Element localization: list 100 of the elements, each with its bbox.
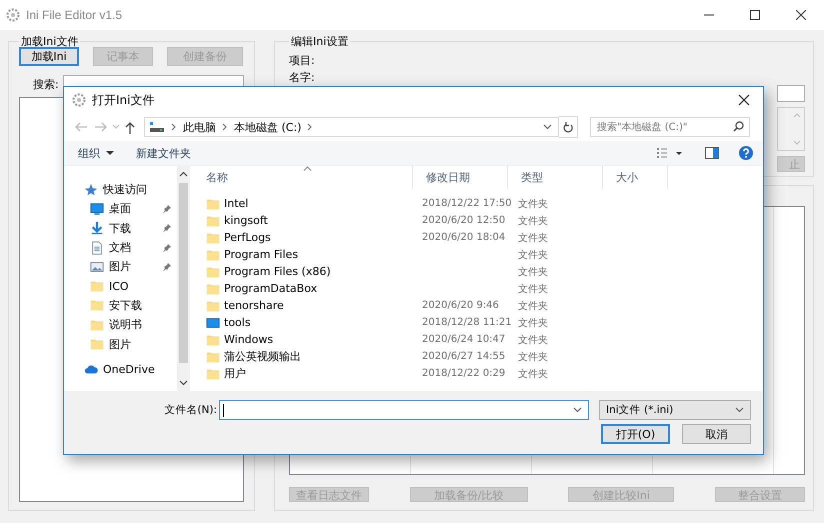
file-type: 文件夹: [518, 214, 548, 228]
nav-item[interactable]: 说明书: [64, 315, 177, 334]
folder-icon: [206, 282, 220, 296]
file-type: 文件夹: [518, 282, 548, 296]
maximize-icon[interactable]: [750, 10, 760, 20]
toolbar-button[interactable]: 加载Ini: [19, 47, 79, 66]
nav-item[interactable]: 快速访问: [64, 180, 177, 200]
refresh-icon[interactable]: [563, 121, 573, 133]
scroll-down-icon[interactable]: [179, 380, 188, 386]
chevron-down-icon[interactable]: [573, 407, 582, 413]
search-field[interactable]: 搜索"本地磁盘 (C:)": [590, 117, 750, 137]
pin-icon[interactable]: [162, 204, 172, 214]
download-arrow-icon: [90, 221, 104, 236]
column-header[interactable]: 修改日期: [413, 166, 508, 189]
file-type: 文件夹: [518, 316, 548, 330]
toolbar-button[interactable]: 新建文件夹: [130, 144, 197, 162]
column-header[interactable]: 类型: [508, 166, 603, 189]
scroll-thumb[interactable]: [179, 183, 188, 363]
drive-icon: [149, 121, 165, 133]
document-icon: [90, 240, 104, 255]
drive-icon: [206, 316, 220, 330]
chevron-down-icon[interactable]: [735, 407, 744, 413]
file-name[interactable]: kingsoft: [224, 214, 268, 227]
nav-item[interactable]: 图片: [64, 257, 177, 276]
modified-date: 2018/12/22 17:50: [422, 198, 512, 209]
field-label: 名字:: [289, 70, 316, 85]
help-icon[interactable]: [739, 146, 753, 160]
organize-menu-button[interactable]: 组织: [72, 144, 120, 162]
scrollbar[interactable]: [177, 166, 190, 391]
modified-date: 2020/6/20 12:50: [422, 215, 506, 226]
pin-icon[interactable]: [162, 242, 172, 253]
breadcrumb-item[interactable]: 本地磁盘 (C:): [234, 120, 302, 134]
folder-icon: [206, 214, 220, 228]
file-name[interactable]: Windows: [224, 333, 274, 346]
folder-icon: [206, 350, 220, 364]
open-button[interactable]: 打开(O): [601, 424, 670, 444]
refresh-button[interactable]: [559, 116, 578, 138]
chevron-right-icon[interactable]: [307, 123, 314, 131]
up-arrow-icon[interactable]: [124, 120, 136, 134]
file-type: 文件夹: [518, 266, 548, 278]
column-header[interactable]: 大小: [603, 166, 668, 189]
nav-item[interactable]: 文档: [64, 238, 177, 258]
search-label: 搜索:: [33, 76, 59, 92]
dropdown-arrow-icon[interactable]: [106, 150, 114, 156]
chevron-right-icon[interactable]: [222, 123, 228, 131]
file-type-dropdown[interactable]: Ini文件 (*.ini): [599, 400, 751, 420]
file-type: 文件夹: [518, 350, 548, 364]
file-name[interactable]: Intel: [224, 197, 248, 210]
close-icon[interactable]: [738, 94, 750, 106]
cancel-button[interactable]: 取消: [682, 424, 751, 444]
filename-label: 文件名(N):: [164, 403, 217, 417]
file-name[interactable]: 用户: [224, 366, 246, 381]
preview-pane-icon[interactable]: [705, 147, 719, 159]
file-name[interactable]: tools: [224, 316, 251, 329]
chevron-right-icon[interactable]: [171, 123, 177, 131]
file-name[interactable]: Program Files: [224, 248, 298, 261]
monitor-icon: [90, 202, 104, 216]
value-field[interactable]: [777, 85, 805, 102]
view-options-icon[interactable]: [657, 147, 685, 159]
file-type: 文件夹: [518, 334, 548, 346]
file-name[interactable]: Program Files (x86): [224, 265, 331, 278]
file-name[interactable]: ProgramDataBox: [224, 282, 318, 295]
filename-field[interactable]: [219, 400, 589, 420]
nav-item[interactable]: 桌面: [64, 199, 177, 219]
scroll-up-icon[interactable]: [179, 171, 188, 177]
file-name[interactable]: tenorshare: [224, 299, 284, 312]
nav-item[interactable]: 安下载: [64, 296, 177, 316]
folder-icon: [90, 337, 104, 352]
group-title: 编辑Ini设置: [290, 34, 350, 49]
breadcrumb-item[interactable]: 此电脑: [183, 120, 216, 134]
nav-item[interactable]: ICO: [64, 276, 177, 296]
address-bar[interactable]: 此电脑 本地磁盘 (C:): [144, 117, 559, 137]
file-type: 文件夹: [518, 300, 548, 312]
search-icon[interactable]: [733, 121, 744, 132]
folder-icon: [206, 264, 220, 278]
modified-date: 2018/12/22 0:29: [422, 368, 506, 379]
nav-item[interactable]: 图片: [64, 334, 177, 354]
modified-date: 2020/6/27 14:55: [422, 351, 506, 362]
folder-icon: [206, 332, 220, 346]
column-header[interactable]: 名称: [193, 166, 413, 189]
star-icon: [84, 182, 98, 197]
gear-icon: [6, 8, 20, 22]
folder-icon: [206, 230, 220, 244]
sort-caret-icon[interactable]: [303, 166, 312, 171]
field-label: 项目:: [289, 53, 316, 68]
pin-icon[interactable]: [162, 223, 172, 234]
modified-date: 2020/6/20 18:04: [422, 232, 506, 243]
modified-date: 2020/6/20 9:46: [422, 300, 499, 311]
file-name[interactable]: 蒲公英视频输出: [224, 349, 301, 364]
folder-icon: [206, 298, 220, 312]
file-name[interactable]: PerfLogs: [224, 231, 271, 244]
chevron-down-icon[interactable]: [543, 124, 552, 130]
nav-item[interactable]: OneDrive: [64, 360, 177, 379]
folder-icon: [90, 279, 104, 294]
folder-icon: [206, 196, 220, 210]
file-type: 文件夹: [518, 232, 548, 244]
close-icon[interactable]: [796, 10, 806, 20]
pin-icon[interactable]: [162, 262, 172, 272]
nav-item[interactable]: 下载: [64, 218, 177, 238]
folder-icon: [206, 366, 220, 380]
